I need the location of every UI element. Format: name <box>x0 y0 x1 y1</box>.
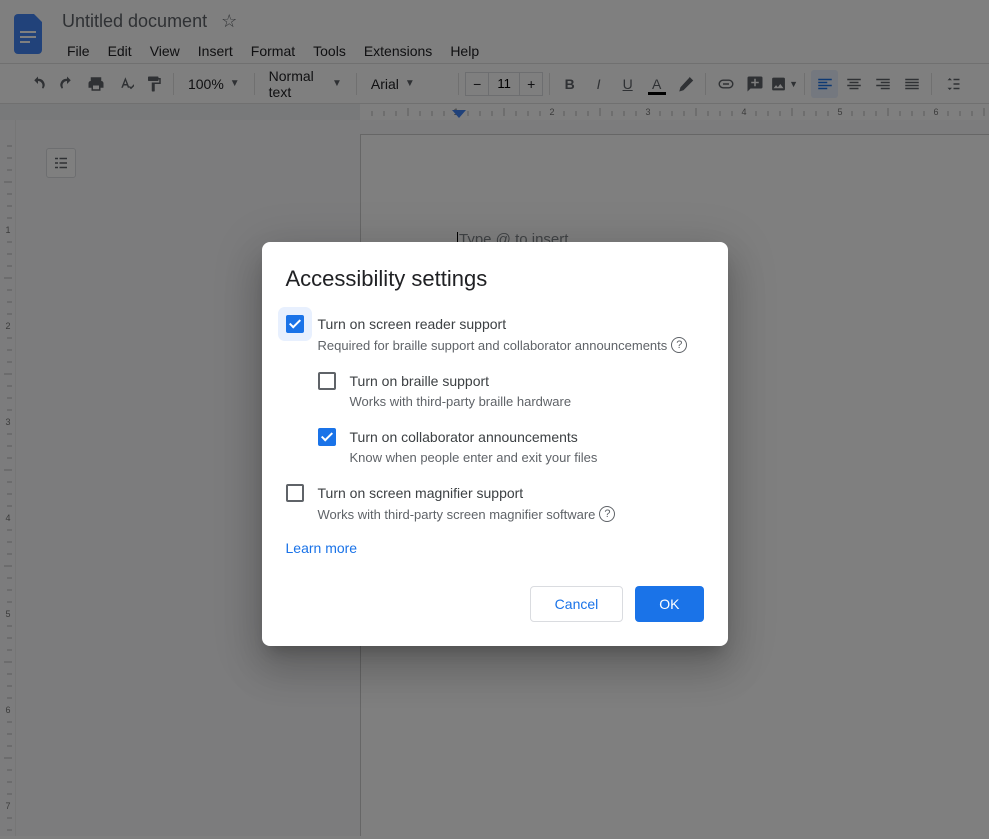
checkbox-magnifier[interactable] <box>286 484 304 502</box>
accessibility-settings-dialog: Accessibility settings Turn on screen re… <box>262 242 728 646</box>
checkbox-screen-reader[interactable] <box>286 315 304 333</box>
option-collab-announce: Turn on collaborator announcements Know … <box>318 427 704 465</box>
option-description: Works with third-party screen magnifier … <box>318 507 596 522</box>
option-description: Know when people enter and exit your fil… <box>350 450 598 465</box>
option-screen-reader: Turn on screen reader support Required f… <box>286 314 704 353</box>
option-magnifier: Turn on screen magnifier support Works w… <box>286 483 704 522</box>
option-label: Turn on screen reader support <box>318 314 688 334</box>
dialog-title: Accessibility settings <box>286 266 704 292</box>
modal-overlay: Accessibility settings Turn on screen re… <box>0 0 989 839</box>
option-description: Works with third-party braille hardware <box>350 394 572 409</box>
ok-button[interactable]: OK <box>635 586 703 622</box>
dialog-actions: Cancel OK <box>286 586 704 622</box>
checkbox-braille[interactable] <box>318 372 336 390</box>
option-label: Turn on screen magnifier support <box>318 483 616 503</box>
learn-more-link[interactable]: Learn more <box>286 540 358 556</box>
option-braille: Turn on braille support Works with third… <box>318 371 704 409</box>
help-icon[interactable]: ? <box>671 337 687 353</box>
option-label: Turn on collaborator announcements <box>350 427 598 447</box>
checkbox-collab-announce[interactable] <box>318 428 336 446</box>
cancel-button[interactable]: Cancel <box>530 586 624 622</box>
option-description: Required for braille support and collabo… <box>318 338 668 353</box>
option-label: Turn on braille support <box>350 371 572 391</box>
help-icon[interactable]: ? <box>599 506 615 522</box>
